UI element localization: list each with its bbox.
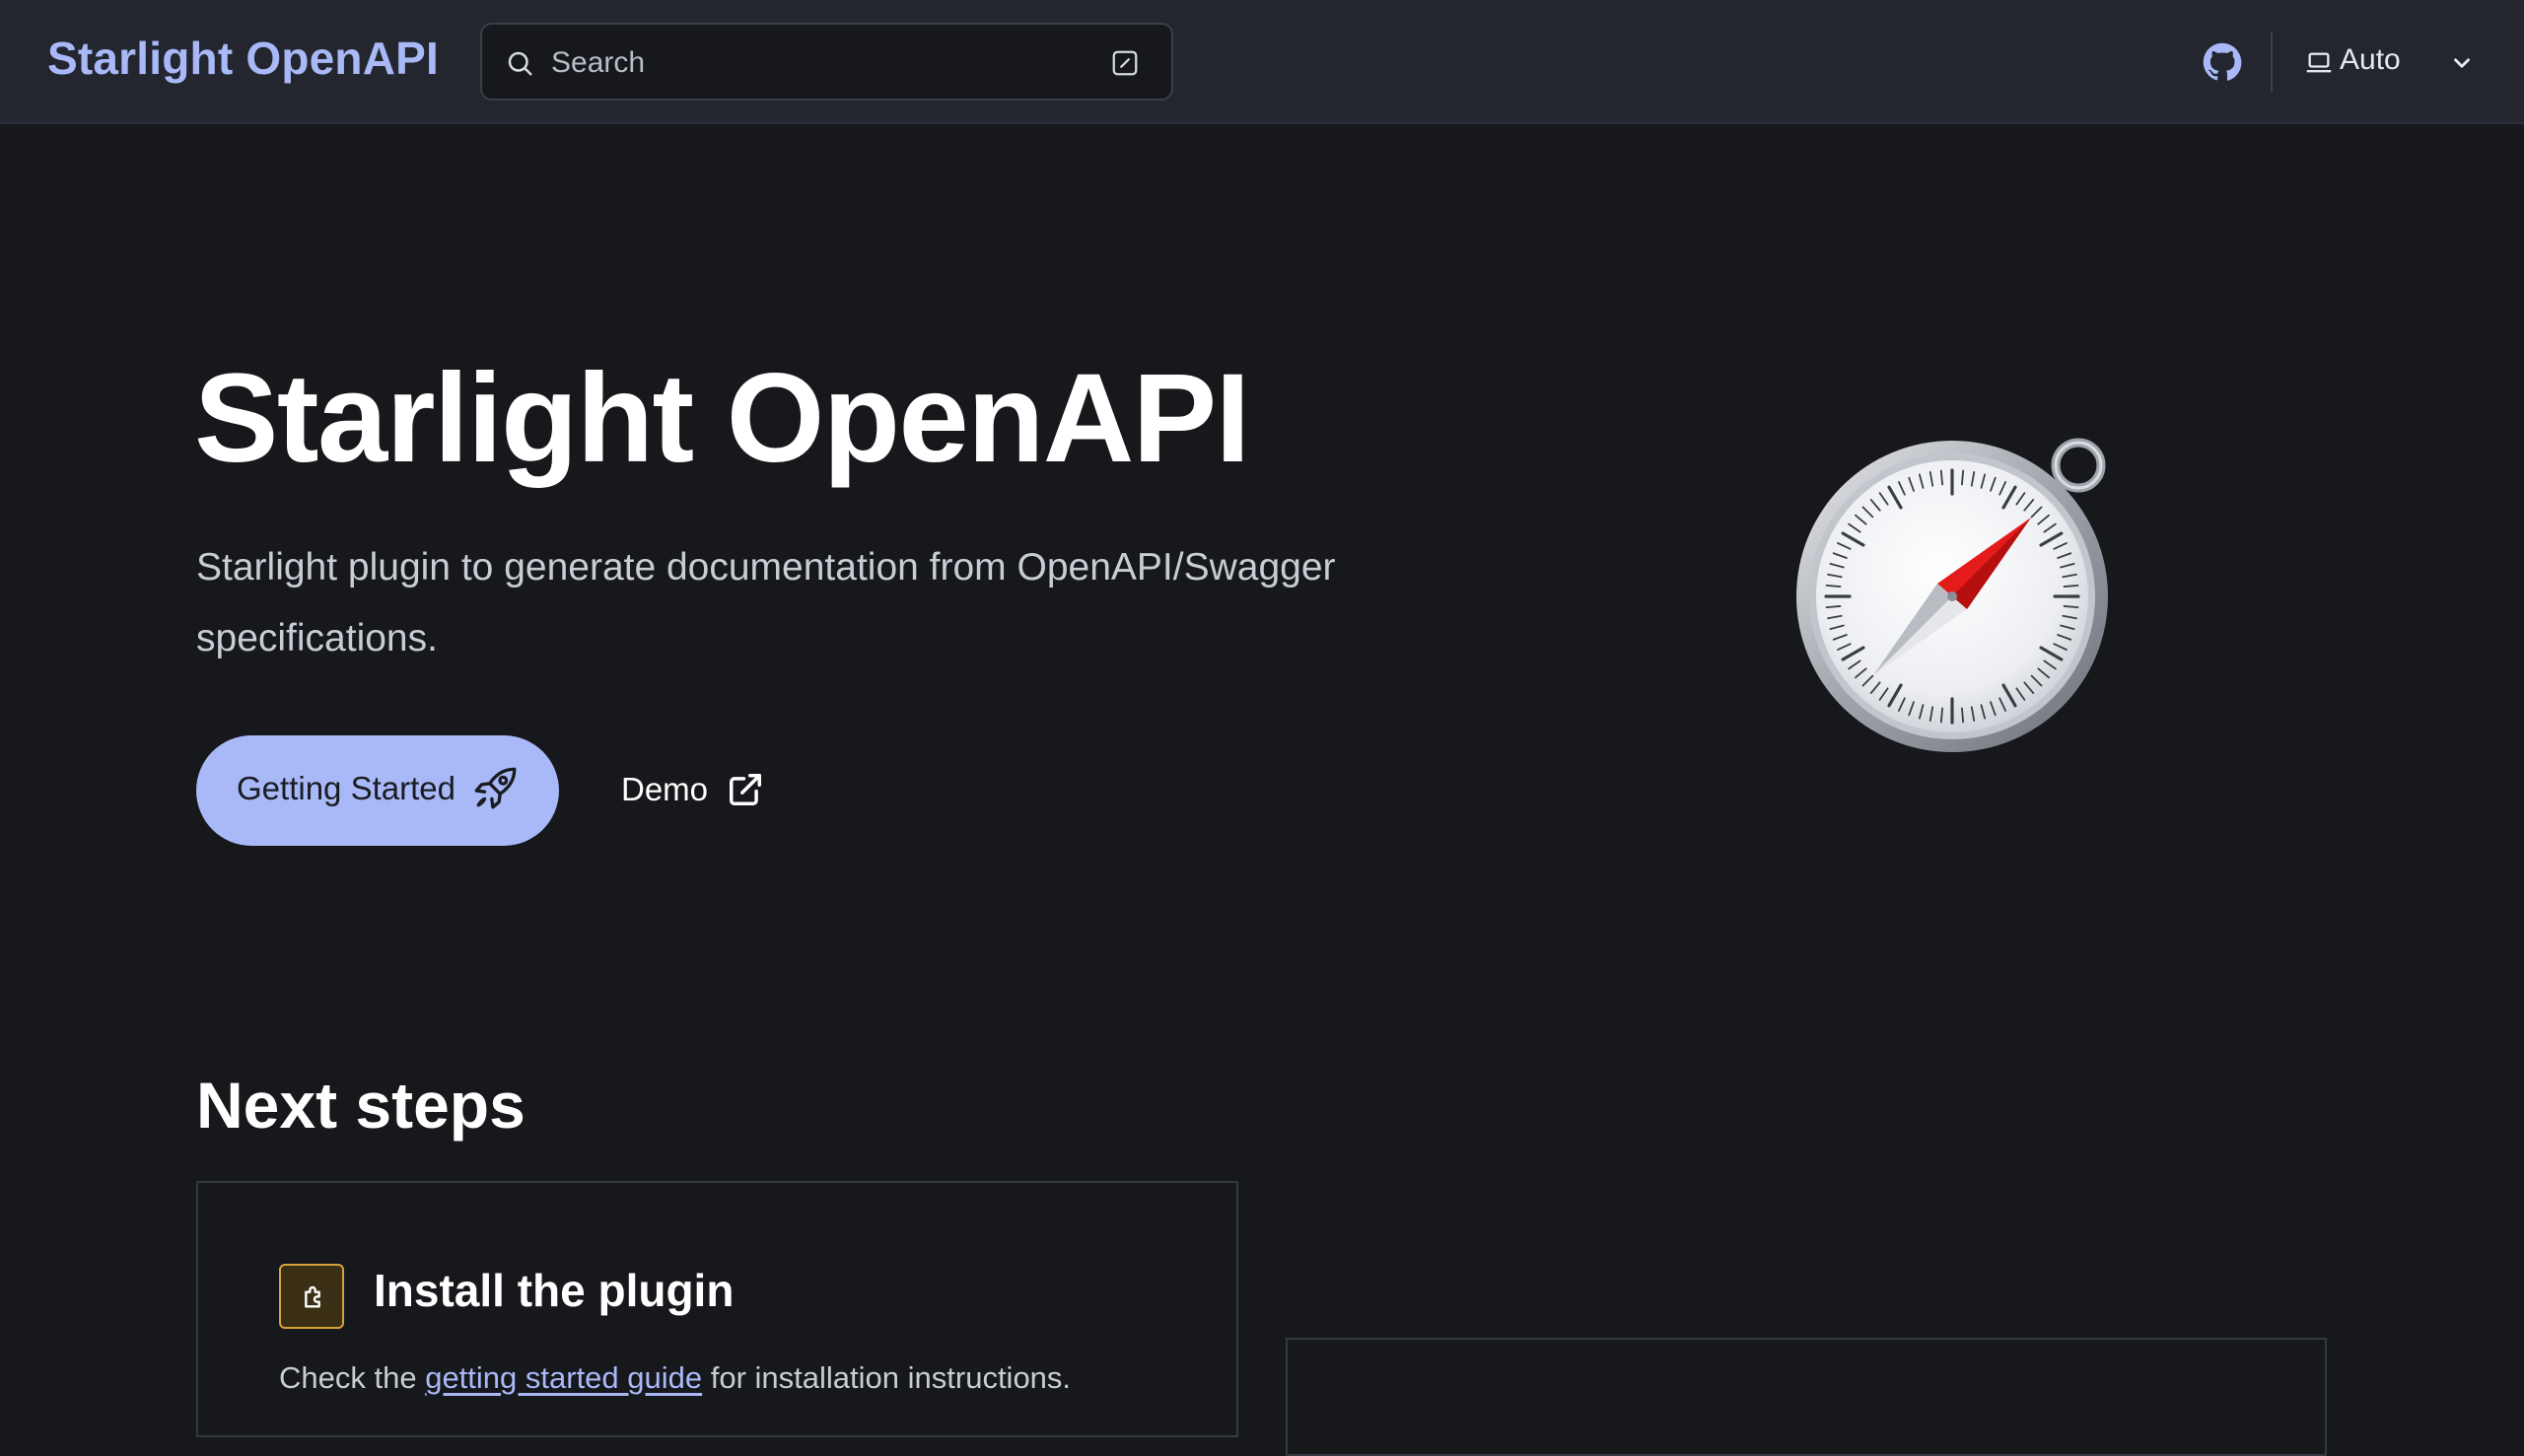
compass-tick: [1939, 707, 1943, 724]
demo-label: Demo: [621, 771, 709, 807]
compass-icon: [1796, 438, 2108, 752]
laptop-icon: [2306, 52, 2332, 73]
rocket-icon: [474, 767, 517, 809]
external-link-icon: [730, 774, 761, 805]
header-divider: [2271, 32, 2273, 93]
compass-tick: [2063, 605, 2079, 609]
theme-select-value: Auto: [2340, 43, 2401, 76]
hero-tagline: Starlight plugin to generate documentati…: [196, 546, 1336, 659]
site-title-link[interactable]: Starlight OpenAPI: [47, 32, 439, 85]
github-icon: [2203, 42, 2242, 81]
hero-title: Starlight OpenAPI: [194, 348, 1250, 489]
card-text-before: Check the: [279, 1360, 426, 1395]
compass-tick: [1961, 707, 1965, 724]
getting-started-label: Getting Started: [237, 770, 456, 806]
card-secondary: [1286, 1338, 2327, 1456]
next-steps-heading: Next steps: [196, 1069, 526, 1142]
site-header: Starlight OpenAPI Search Auto: [0, 0, 2524, 124]
getting-started-guide-link[interactable]: getting started guide: [425, 1360, 702, 1395]
search-placeholder: Search: [551, 46, 646, 79]
card-text-after: for installation instructions.: [702, 1360, 1072, 1395]
compass-tick: [2063, 584, 2079, 588]
search-icon: [508, 51, 532, 76]
card-install-plugin: Install the plugin Check the getting sta…: [196, 1181, 1238, 1437]
github-link[interactable]: [2201, 40, 2244, 84]
theme-select[interactable]: Auto: [2301, 34, 2485, 91]
compass-tick: [1961, 469, 1965, 486]
card-body: Check the getting started guide for inst…: [279, 1360, 1071, 1396]
getting-started-button[interactable]: Getting Started: [196, 735, 559, 846]
chevron-down-icon: [2454, 58, 2470, 68]
card-icon-box: [279, 1264, 344, 1329]
search-button[interactable]: Search: [480, 23, 1173, 101]
compass-tick: [1825, 605, 1842, 609]
card-title: Install the plugin: [374, 1265, 735, 1316]
compass-tick: [1825, 584, 1842, 588]
demo-link[interactable]: Demo: [621, 759, 769, 822]
compass-tick: [1939, 469, 1943, 486]
keyboard-shortcut-icon: [1112, 50, 1138, 76]
plugin-icon: [305, 1285, 320, 1308]
